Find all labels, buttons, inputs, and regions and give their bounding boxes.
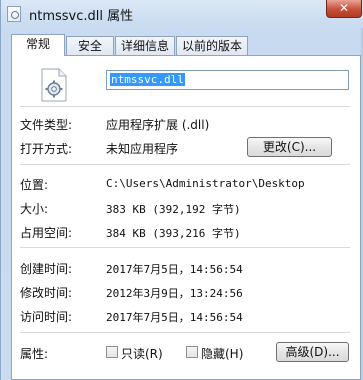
close-button[interactable]: ✕ bbox=[326, 0, 362, 18]
file-name-input[interactable]: ntmssvc.dll bbox=[106, 70, 349, 90]
hidden-checkbox[interactable] bbox=[186, 346, 198, 358]
size-label: 大小: bbox=[20, 202, 49, 216]
size-on-disk-value: 384 KB (393,216 字节) bbox=[106, 227, 241, 240]
change-button[interactable]: 更改(C)... bbox=[247, 137, 332, 157]
properties-window: ntmssvc.dll 属性 ✕ 常规 安全 详细信息 以前的版本 ntmssv… bbox=[0, 0, 363, 380]
general-tab-panel: ntmssvc.dll 文件类型: 应用程序扩展 (.dll) 打开方式: 未知… bbox=[11, 55, 361, 380]
open-with-value: 未知应用程序 bbox=[106, 142, 179, 156]
attributes-label: 属性: bbox=[20, 347, 49, 361]
tab-previous-versions[interactable]: 以前的版本 bbox=[176, 36, 248, 55]
file-type-label: 文件类型: bbox=[20, 118, 73, 132]
divider bbox=[20, 247, 350, 248]
window-title: ntmssvc.dll 属性 bbox=[29, 9, 134, 24]
readonly-checkbox[interactable] bbox=[106, 346, 118, 358]
size-value: 383 KB (392,192 字节) bbox=[106, 203, 241, 216]
open-with-label: 打开方式: bbox=[20, 142, 73, 156]
modified-label: 修改时间: bbox=[20, 286, 73, 300]
advanced-button[interactable]: 高级(D)... bbox=[276, 342, 349, 362]
tab-details[interactable]: 详细信息 bbox=[115, 36, 175, 55]
tab-strip: 常规 安全 详细信息 以前的版本 bbox=[11, 34, 361, 56]
hidden-label: 隐藏(H) bbox=[201, 347, 244, 361]
divider bbox=[20, 106, 350, 107]
file-name-selection: ntmssvc.dll bbox=[110, 73, 185, 86]
file-type-value: 应用程序扩展 (.dll) bbox=[106, 118, 210, 132]
accessed-value: 2017年7月5日，14:56:54 bbox=[106, 311, 243, 324]
location-label: 位置: bbox=[20, 178, 49, 192]
divider bbox=[20, 332, 350, 333]
dll-file-icon bbox=[41, 68, 67, 102]
modified-value: 2012年3月9日，13:24:56 bbox=[106, 287, 243, 300]
size-on-disk-label: 占用空间: bbox=[20, 226, 73, 240]
location-value: C:\Users\Administrator\Desktop bbox=[106, 177, 305, 190]
accessed-label: 访问时间: bbox=[20, 310, 73, 324]
tab-general[interactable]: 常规 bbox=[11, 34, 65, 56]
divider bbox=[20, 164, 350, 165]
title-bar[interactable]: ntmssvc.dll 属性 ✕ bbox=[1, 0, 363, 28]
created-label: 创建时间: bbox=[20, 262, 73, 276]
file-icon bbox=[7, 6, 21, 22]
created-value: 2017年7月5日，14:56:54 bbox=[106, 263, 243, 276]
tab-security[interactable]: 安全 bbox=[66, 36, 114, 55]
readonly-label: 只读(R) bbox=[121, 347, 163, 361]
